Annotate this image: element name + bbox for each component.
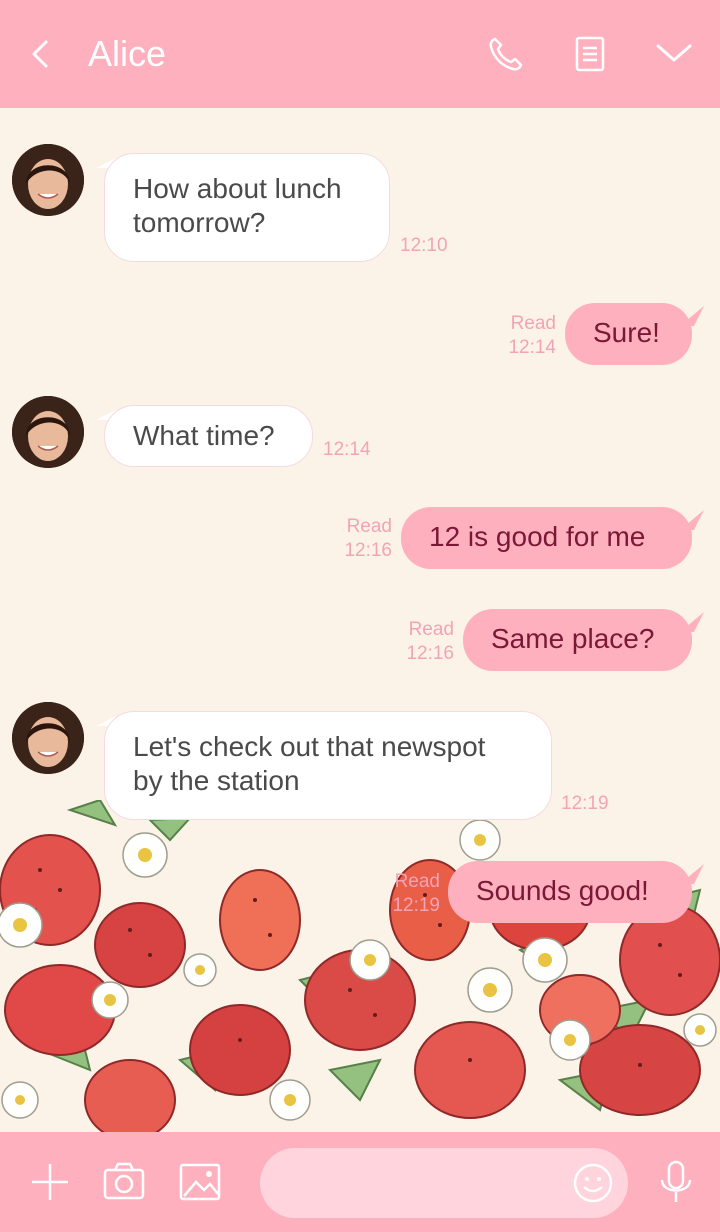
message-time: 12:10 (400, 235, 448, 256)
incoming-message[interactable]: What time? (104, 405, 313, 467)
chat-title: Alice (88, 33, 167, 74)
bubble-tail (680, 510, 704, 530)
read-receipt: Read 12:19 (372, 870, 440, 918)
message-text: Let's check out that newspot (133, 731, 486, 762)
read-receipt: Read 12:16 (324, 515, 392, 563)
avatar[interactable] (12, 144, 84, 216)
camera-icon[interactable] (100, 1160, 148, 1204)
message-input[interactable] (284, 1168, 548, 1200)
outgoing-message[interactable]: 12 is good for me (401, 507, 692, 569)
read-receipt: Read 12:16 (386, 618, 454, 666)
message-text: Same place? (491, 623, 655, 654)
read-label: Read (346, 516, 392, 537)
message-text: 12 is good for me (429, 521, 646, 552)
strawberry-background-art (0, 800, 720, 1132)
outgoing-message[interactable]: Same place? (463, 609, 692, 671)
message-time: 12:14 (508, 337, 556, 358)
read-receipt: Read 12:14 (488, 312, 556, 360)
chat-area[interactable]: How about lunch tomorrow? 12:10 Read 12:… (0, 108, 720, 1132)
avatar[interactable] (12, 396, 84, 468)
bubble-tail (680, 864, 704, 884)
message-text: Sure! (593, 317, 660, 348)
image-icon[interactable] (176, 1160, 224, 1204)
read-label: Read (408, 619, 454, 640)
message-input-box[interactable] (260, 1148, 628, 1218)
outgoing-message[interactable]: Sure! (565, 303, 692, 365)
avatar[interactable] (12, 702, 84, 774)
notes-icon[interactable] (570, 34, 610, 74)
phone-icon[interactable] (486, 34, 526, 74)
message-composer (0, 1132, 720, 1232)
smile-icon[interactable] (572, 1162, 614, 1204)
message-time: 12:19 (392, 895, 440, 916)
outgoing-message[interactable]: Sounds good! (448, 861, 692, 923)
message-time: 12:14 (323, 439, 371, 460)
message-text: tomorrow? (133, 207, 266, 238)
message-time: 12:19 (561, 793, 609, 814)
profile-photo-icon (12, 396, 84, 468)
bubble-tail (680, 306, 704, 326)
message-text: What time? (133, 420, 275, 451)
microphone-icon[interactable] (652, 1160, 700, 1204)
bubble-tail (680, 612, 704, 632)
incoming-message[interactable]: How about lunch tomorrow? (104, 153, 390, 262)
message-text: How about lunch (133, 173, 342, 204)
read-label: Read (510, 313, 556, 334)
message-time: 12:16 (406, 643, 454, 664)
message-text: Sounds good! (476, 875, 649, 906)
incoming-message[interactable]: Let's check out that newspot by the stat… (104, 711, 552, 820)
chat-header: Alice (0, 0, 720, 108)
chevron-down-icon[interactable] (654, 34, 694, 74)
message-text: by the station (133, 765, 300, 796)
read-label: Read (394, 871, 440, 892)
profile-photo-icon (12, 144, 84, 216)
back-icon[interactable] (26, 36, 56, 72)
message-time: 12:16 (344, 540, 392, 561)
profile-photo-icon (12, 702, 84, 774)
plus-icon[interactable] (26, 1160, 74, 1204)
